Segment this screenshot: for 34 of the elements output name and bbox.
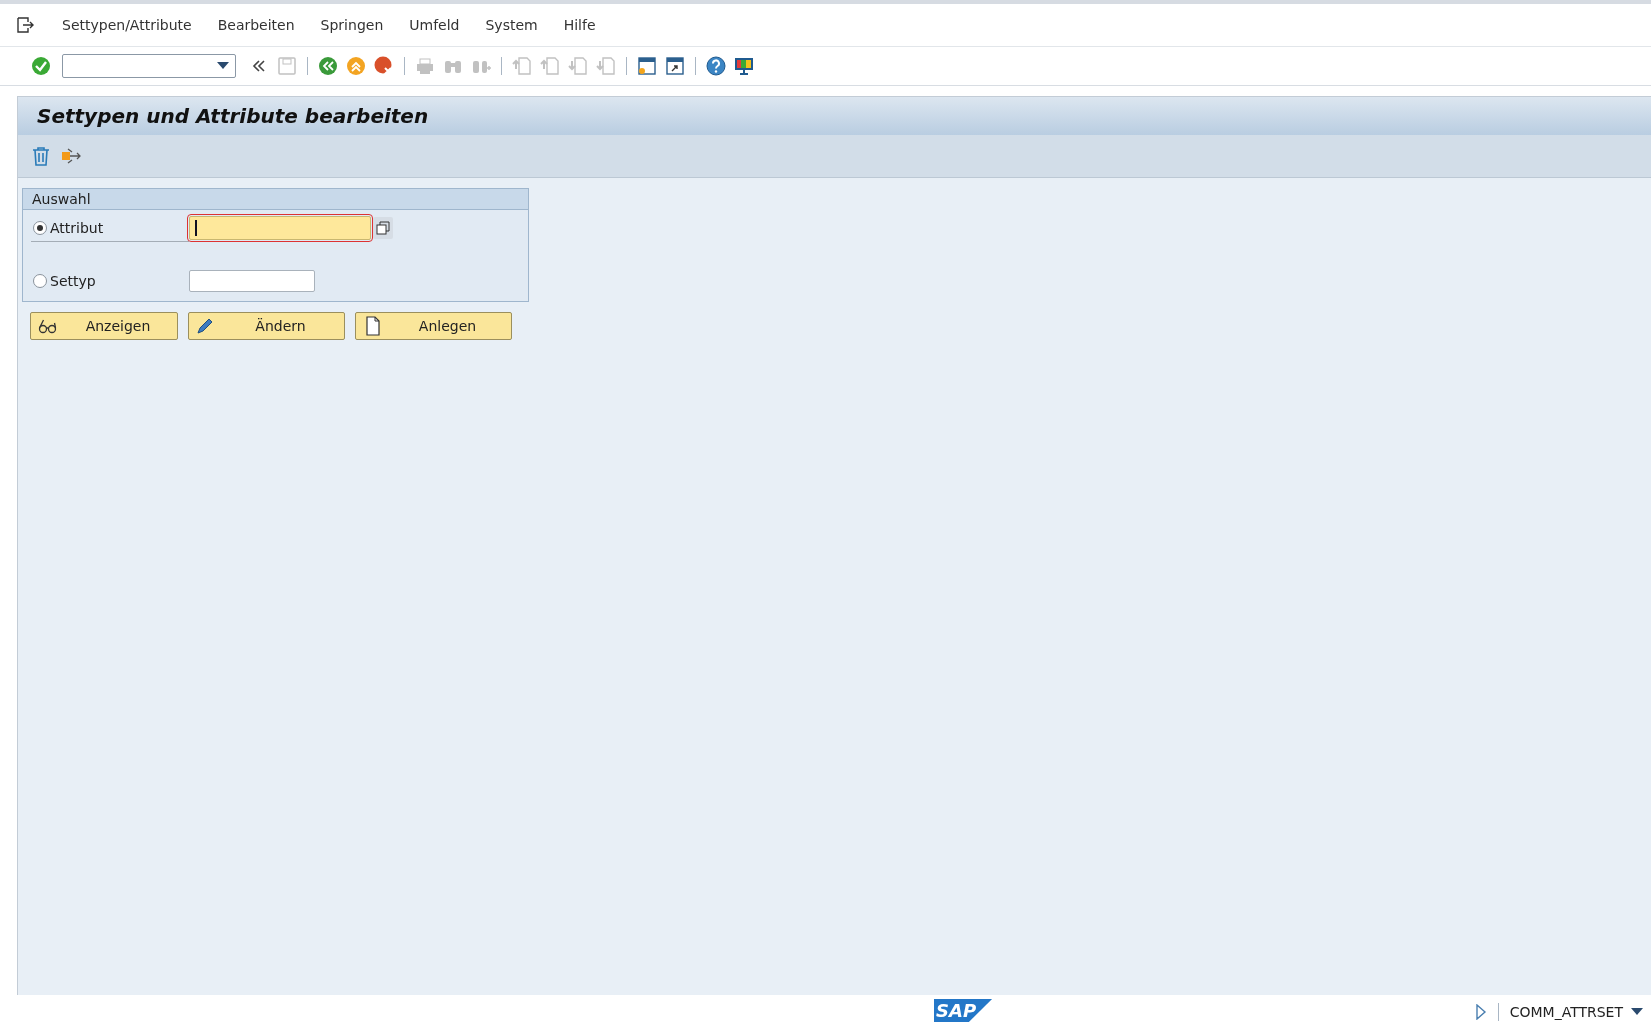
glasses-icon [37, 317, 59, 335]
menu-item[interactable]: Umfeld [409, 17, 460, 33]
group-title: Auswahl [23, 189, 528, 210]
menu-item[interactable]: Settypen/Attribute [62, 17, 192, 33]
option-label: Attribut [50, 219, 104, 236]
radio-button[interactable] [33, 220, 47, 235]
radio-button[interactable] [33, 274, 47, 288]
shortcut-icon[interactable] [664, 55, 686, 77]
help-icon[interactable] [705, 55, 727, 77]
screen-title: Settypen und Attribute bearbeiten [37, 104, 429, 128]
monitor-icon[interactable] [733, 55, 755, 77]
action-button[interactable]: Ändern [188, 312, 345, 340]
checkmark-icon[interactable] [30, 55, 52, 77]
input-field[interactable] [189, 270, 315, 292]
radio-option[interactable]: Settyp [31, 268, 189, 294]
menu-item[interactable]: System [485, 17, 538, 33]
action-button[interactable]: Anlegen [355, 312, 512, 340]
new-window-icon[interactable] [636, 55, 658, 77]
trash-icon[interactable] [30, 145, 52, 167]
exit-icon[interactable] [345, 55, 367, 77]
action-button[interactable]: Anzeigen [30, 312, 178, 340]
logo: SAP [934, 999, 993, 1022]
input-field[interactable] [189, 216, 371, 240]
transaction-code: COMM_ATTRSET [1509, 1004, 1623, 1020]
dropdown-arrow-icon[interactable] [217, 62, 229, 70]
menu-item[interactable]: Springen [320, 17, 384, 33]
option-label: Settyp [50, 273, 96, 289]
value-help-button[interactable] [373, 217, 393, 239]
back-icon[interactable] [317, 55, 339, 77]
menu-item[interactable]: Bearbeiten [217, 17, 295, 33]
menu-item[interactable]: Hilfe [563, 17, 596, 33]
command-field[interactable] [62, 54, 236, 78]
dropdown-arrow-icon[interactable] [1631, 1008, 1643, 1016]
expand-icon[interactable] [1474, 1004, 1487, 1020]
